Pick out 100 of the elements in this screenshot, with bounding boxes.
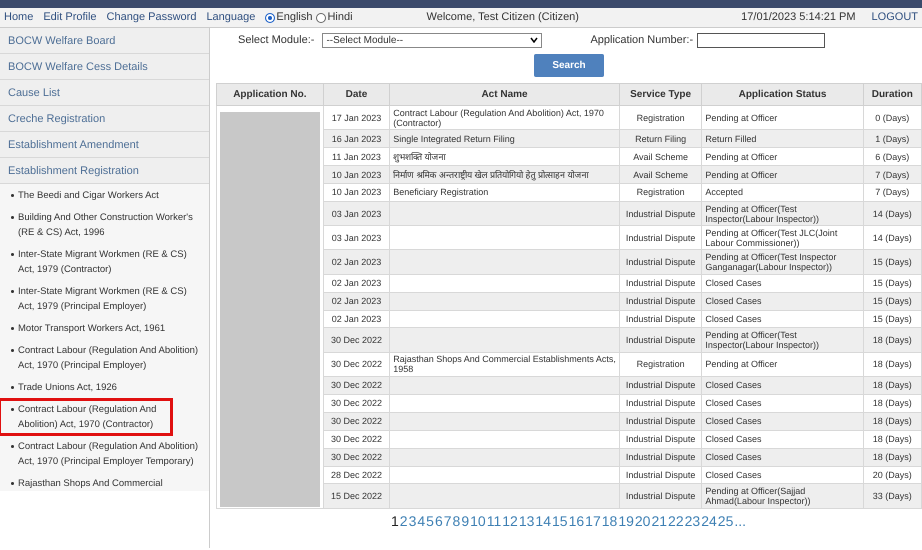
table-cell: 7 (Days) xyxy=(863,166,922,184)
table-cell: Registration xyxy=(619,184,702,202)
page-link[interactable]: 17 xyxy=(585,513,601,529)
page-link[interactable]: 10 xyxy=(470,513,486,529)
radio-label: Hindi xyxy=(327,10,353,26)
page-link[interactable]: 12 xyxy=(502,513,518,529)
table-cell: Return Filing xyxy=(619,130,702,148)
table-cell: 15 (Days) xyxy=(863,292,922,310)
sidebar-section[interactable]: Establishment Amendment xyxy=(0,132,209,158)
page-link[interactable]: 23 xyxy=(684,513,700,529)
sidebar-section[interactable]: Establishment Registration xyxy=(0,158,209,184)
table-cell: 30 Dec 2022 xyxy=(323,412,390,430)
table-cell: Closed Cases xyxy=(702,430,864,448)
application-number-field[interactable] xyxy=(697,32,826,48)
radio-label: English xyxy=(276,10,312,26)
sidebar-item[interactable]: The Beedi and Cigar Workers Act xyxy=(2,188,207,203)
page-link[interactable]: 16 xyxy=(568,513,584,529)
table-cell: Pending at Officer xyxy=(702,352,864,376)
table-cell: Pending at Officer(Sajjad Ahmad(Labour Inspector)) xyxy=(702,484,864,508)
table-cell: 30 Dec 2022 xyxy=(323,328,390,352)
table-cell: 10 Jan 2023 xyxy=(323,166,390,184)
table-cell: Industrial Dispute xyxy=(619,328,702,352)
date-time-text: 17/01/2023 5:14:21 PM xyxy=(741,10,856,26)
page-link[interactable]: 2 xyxy=(400,513,408,529)
table-cell: Industrial Dispute xyxy=(619,250,702,274)
page-link[interactable]: 9 xyxy=(461,513,470,529)
page-link[interactable]: 24 xyxy=(701,513,717,529)
page-link[interactable]: 14 xyxy=(535,513,551,529)
table-cell: Registration xyxy=(619,352,702,376)
page-link[interactable]: 19 xyxy=(618,513,634,529)
menu-link[interactable]: Language xyxy=(206,9,256,26)
table-cell: 02 Jan 2023 xyxy=(323,274,390,292)
sidebar-item[interactable]: Building And Other Construction Worker's (RE & CS) Act, 1996 xyxy=(2,210,207,240)
sidebar-item[interactable]: Motor Transport Workers Act, 1961 xyxy=(2,321,207,336)
page-link[interactable]: 3 xyxy=(408,513,416,529)
logout-link[interactable]: LOGOUT xyxy=(872,9,918,26)
page-link[interactable]: 5 xyxy=(426,513,434,529)
sidebar-section[interactable]: BOCW Welfare Board xyxy=(0,28,209,54)
table-cell: 7 (Days) xyxy=(863,184,922,202)
table-cell: Closed Cases xyxy=(702,448,864,466)
table-cell: 30 Dec 2022 xyxy=(323,430,390,448)
table-cell: Rajasthan Shops And Commercial Establishments Acts, 1958 xyxy=(390,352,620,376)
page-link[interactable]: 21 xyxy=(651,513,668,529)
table-cell: Industrial Dispute xyxy=(619,448,702,466)
column-header: Application Status xyxy=(702,84,864,106)
table-cell: 15 Dec 2022 xyxy=(323,484,390,508)
table-cell: 30 Dec 2022 xyxy=(323,448,390,466)
sidebar-item[interactable]: Trade Unions Act, 1926 xyxy=(2,380,207,395)
page-link[interactable]: 4 xyxy=(417,513,426,529)
table-cell: Pending at Officer(Test Inspector(Labour Inspector)) xyxy=(702,328,864,352)
table-cell: Industrial Dispute xyxy=(619,376,702,394)
search-button[interactable]: Search xyxy=(534,54,604,77)
table-cell: निर्माण श्रमिक अन्तराष्ट्रीय खेल प्रतियोगियो हेतु प्रोत्साहन योजना xyxy=(390,166,620,184)
table-cell: 15 (Days) xyxy=(863,250,922,274)
table-cell: Closed Cases xyxy=(702,292,864,310)
sidebar-item[interactable]: Rajasthan Shops And Commercial xyxy=(2,476,207,491)
table-cell: Industrial Dispute xyxy=(619,412,702,430)
sidebar-section[interactable]: BOCW Welfare Cess Details xyxy=(0,54,209,80)
sidebar-item[interactable]: Inter-State Migrant Workmen (RE & CS) Act, 1979 (Contractor) xyxy=(2,247,207,277)
table-cell: Avail Scheme xyxy=(619,166,702,184)
table-cell: 18 (Days) xyxy=(863,430,922,448)
radio-button[interactable] xyxy=(265,12,276,22)
sidebar-item[interactable]: Contract Labour (Regulation And Abolition) Act, 1970 (Principal Employer) xyxy=(2,343,207,373)
table-cell: 10 Jan 2023 xyxy=(323,184,390,202)
welcome-text: Welcome, Test Citizen (Citizen) xyxy=(426,10,579,26)
sidebar-item[interactable]: Inter-State Migrant Workmen (RE & CS) Act, 1979 (Principal Employer) xyxy=(2,284,207,314)
sidebar-section[interactable]: Cause List xyxy=(0,80,209,106)
page-link[interactable]: 25 xyxy=(718,513,734,529)
table-cell: Single Integrated Return Filing xyxy=(390,130,620,148)
sidebar-item[interactable]: Contract Labour (Regulation And Abolition) Act, 1970 (Principal Employer Temporary) xyxy=(2,439,207,469)
table-cell: Pending at Officer(Test Inspector(Labour Inspector)) xyxy=(702,201,864,226)
page-link[interactable]: 20 xyxy=(634,513,650,529)
page-link[interactable]: 22 xyxy=(668,513,684,529)
menu-link[interactable]: Home xyxy=(4,9,34,26)
table-cell: 18 (Days) xyxy=(863,328,922,352)
column-header: Service Type xyxy=(619,84,702,106)
table-cell: 02 Jan 2023 xyxy=(323,292,390,310)
page-link[interactable]: 7 xyxy=(444,513,452,529)
menu-link[interactable]: Change Password xyxy=(106,9,196,26)
page-link[interactable]: ... xyxy=(734,513,746,529)
table-cell: 14 (Days) xyxy=(863,201,922,226)
table-cell: 30 Dec 2022 xyxy=(323,394,390,412)
page-link[interactable]: 18 xyxy=(602,513,618,529)
table-cell: 15 (Days) xyxy=(863,274,922,292)
table-cell: Accepted xyxy=(702,184,864,202)
module-select[interactable]: --Select Module-- xyxy=(322,32,542,48)
page-link[interactable]: 15 xyxy=(552,513,568,529)
page-link[interactable]: 13 xyxy=(518,513,534,529)
page-link[interactable]: 11 xyxy=(486,513,502,529)
page-link[interactable]: 6 xyxy=(434,513,443,529)
table-cell: 33 (Days) xyxy=(863,484,922,508)
table-cell: Closed Cases xyxy=(702,376,864,394)
menu-link[interactable]: Edit Profile xyxy=(43,9,97,26)
radio-button[interactable] xyxy=(316,12,326,22)
page-link[interactable]: 1 xyxy=(390,513,399,529)
table-cell: 18 (Days) xyxy=(863,352,922,376)
sidebar-section[interactable]: Creche Registration xyxy=(0,106,209,132)
table-cell: Industrial Dispute xyxy=(619,394,702,412)
page-link[interactable]: 8 xyxy=(452,513,460,529)
table-cell: Industrial Dispute xyxy=(619,201,702,226)
